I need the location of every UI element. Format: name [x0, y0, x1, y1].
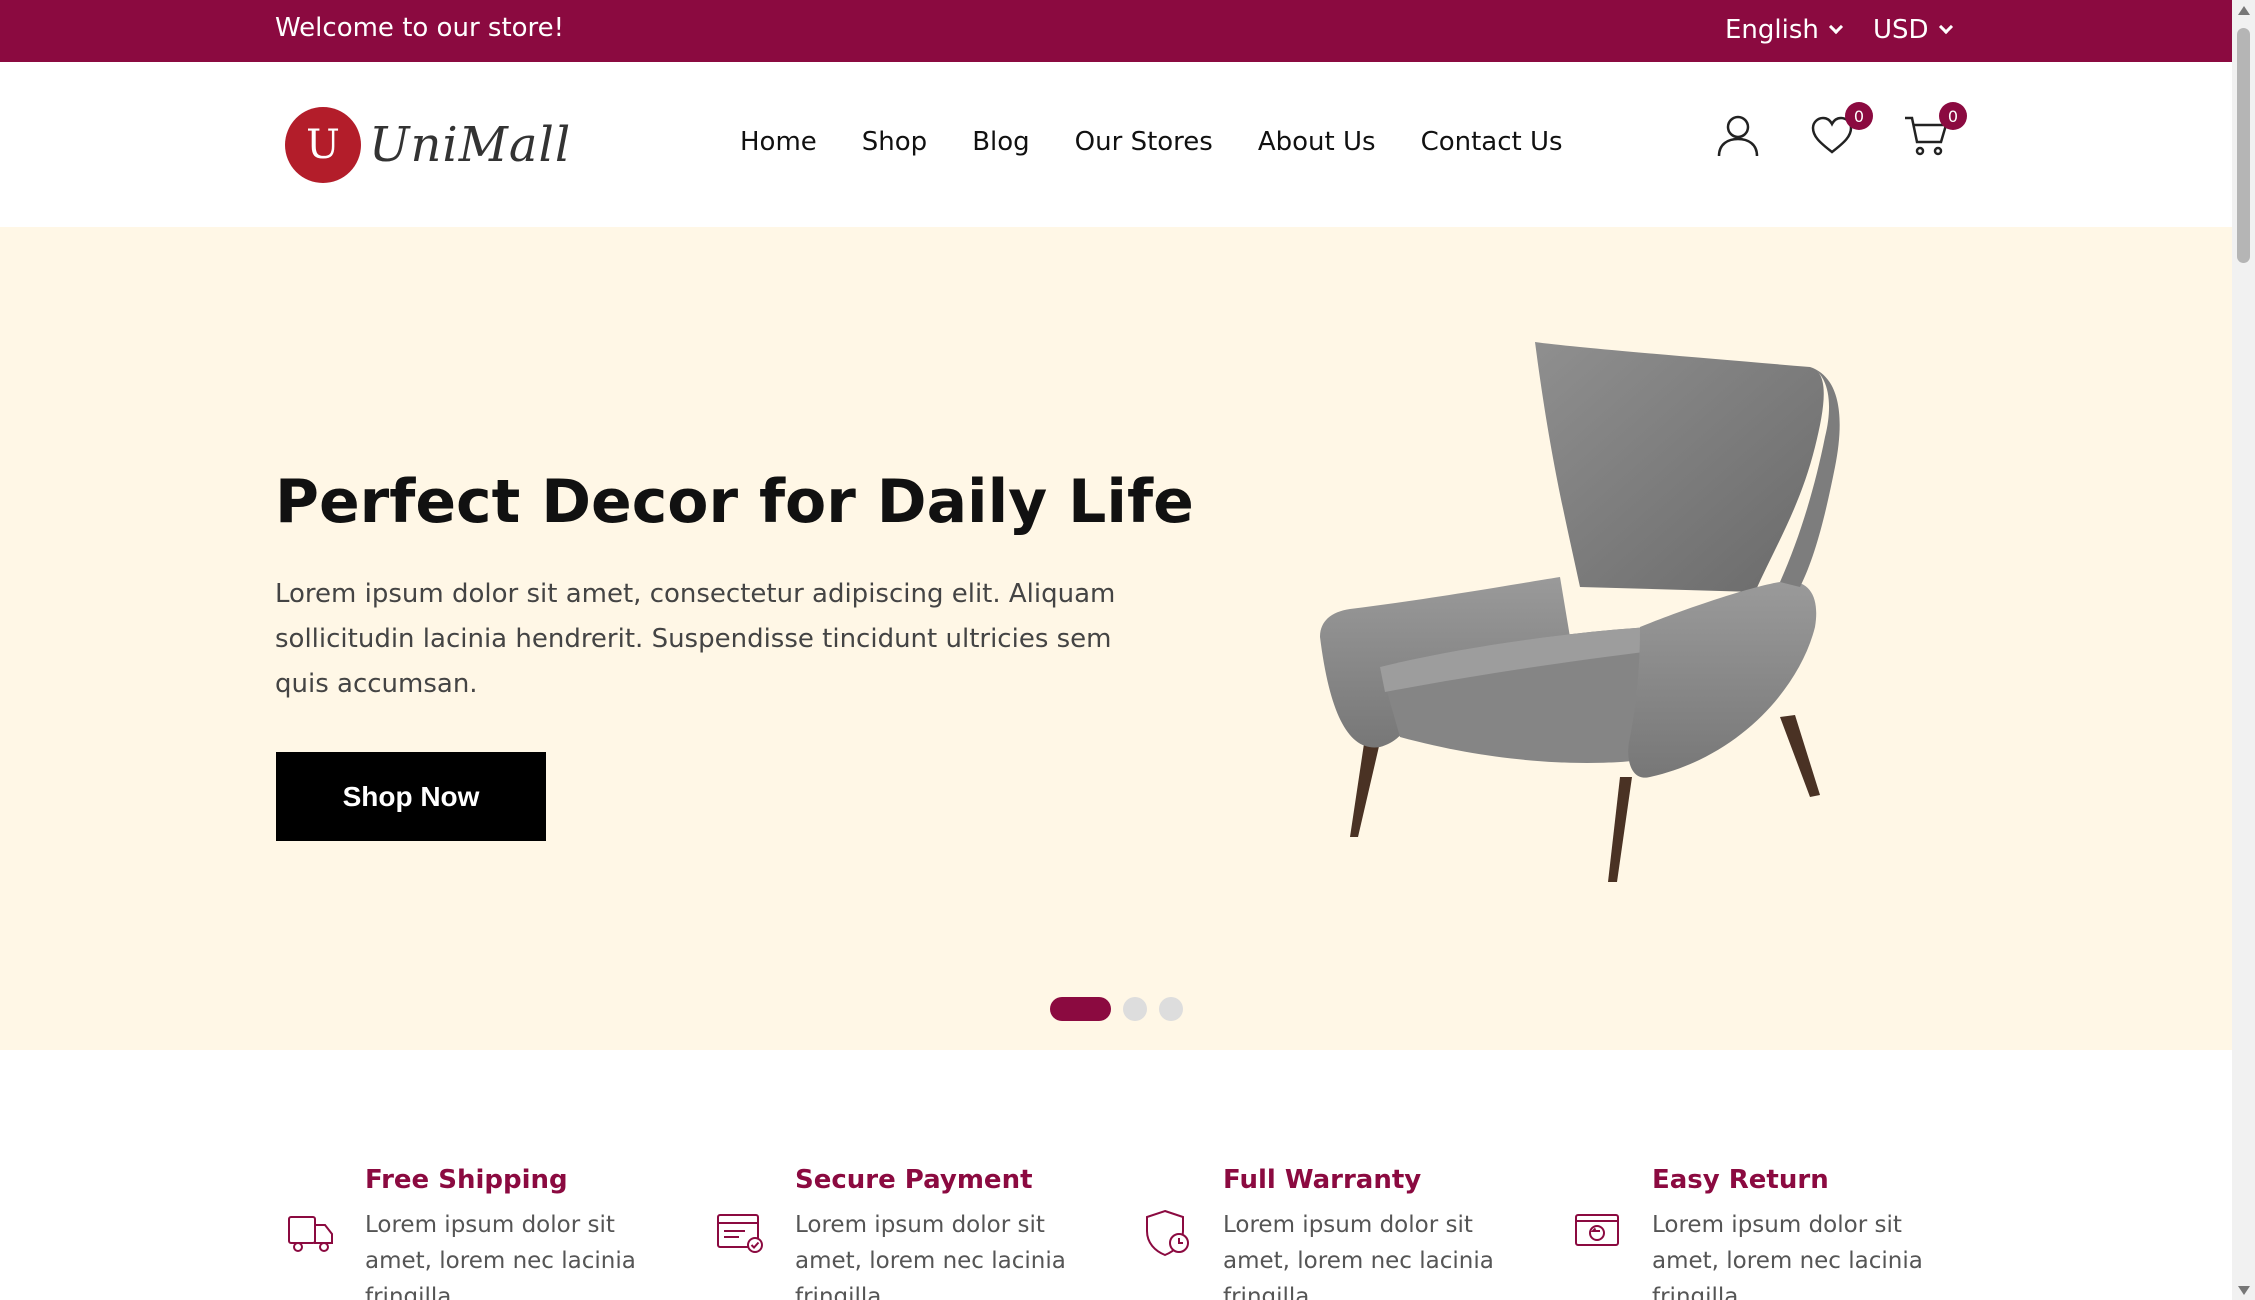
armchair-image [1320, 342, 1840, 882]
hero-title: Perfect Decor for Daily Life [275, 467, 1194, 537]
feature-title: Secure Payment [795, 1165, 1033, 1195]
nav-shop[interactable]: Shop [862, 127, 927, 157]
slider-dot-3[interactable] [1159, 997, 1183, 1021]
slider-dot-1[interactable] [1050, 997, 1111, 1021]
feature-full-warranty: Full Warranty Lorem ipsum dolor sit amet… [1143, 1165, 1543, 1300]
user-icon [1717, 115, 1759, 157]
cart-count-badge: 0 [1939, 102, 1967, 130]
welcome-message: Welcome to our store! [275, 13, 565, 43]
language-selector[interactable]: English [1725, 15, 1843, 45]
slider-dot-2[interactable] [1123, 997, 1147, 1021]
chevron-down-icon [1938, 19, 1953, 35]
language-label: English [1725, 15, 1819, 45]
scrollbar-thumb[interactable] [2237, 28, 2250, 263]
logo-text: UniMall [369, 117, 572, 173]
scroll-down-arrow-icon[interactable] [2238, 1286, 2250, 1295]
card-check-icon [717, 1214, 763, 1253]
main-nav: Home Shop Blog Our Stores About Us Conta… [740, 127, 1563, 157]
slider-pagination [1050, 997, 1183, 1021]
chevron-down-icon [1828, 19, 1843, 35]
feature-easy-return: Easy Return Lorem ipsum dolor sit amet, … [1572, 1165, 1972, 1300]
top-bar: Welcome to our store! English USD [0, 0, 2232, 62]
shield-clock-icon [1146, 1209, 1189, 1257]
logo[interactable]: U UniMall [285, 107, 571, 183]
nav-blog[interactable]: Blog [972, 127, 1029, 157]
nav-home[interactable]: Home [740, 127, 817, 157]
feature-title: Full Warranty [1223, 1165, 1422, 1195]
feature-free-shipping: Free Shipping Lorem ipsum dolor sit amet… [285, 1165, 685, 1300]
wishlist-count-badge: 0 [1845, 102, 1873, 130]
currency-label: USD [1873, 15, 1929, 45]
features-section: Free Shipping Lorem ipsum dolor sit amet… [0, 1050, 2232, 1300]
nav-contact-us[interactable]: Contact Us [1421, 127, 1563, 157]
feature-title: Free Shipping [365, 1165, 568, 1195]
site-header: U UniMall Home Shop Blog Our Stores Abou… [0, 62, 2232, 227]
feature-text: Lorem ipsum dolor sit amet, lorem nec la… [365, 1212, 636, 1300]
wishlist-button[interactable]: 0 [1809, 102, 1873, 158]
currency-selector[interactable]: USD [1873, 15, 1953, 45]
feature-title: Easy Return [1652, 1165, 1829, 1195]
shop-now-button[interactable]: Shop Now [276, 752, 546, 841]
account-button[interactable] [1715, 112, 1761, 158]
logo-letter: U [306, 122, 340, 168]
feature-secure-payment: Secure Payment Lorem ipsum dolor sit ame… [715, 1165, 1115, 1300]
logo-badge: U [285, 107, 361, 183]
feature-text: Lorem ipsum dolor sit amet, lorem nec la… [1652, 1212, 1923, 1300]
page-scrollbar[interactable] [2232, 0, 2255, 1300]
feature-text: Lorem ipsum dolor sit amet, lorem nec la… [1223, 1212, 1494, 1300]
nav-about-us[interactable]: About Us [1258, 127, 1376, 157]
return-box-icon [1575, 1214, 1619, 1246]
truck-icon [288, 1216, 333, 1252]
scroll-up-arrow-icon[interactable] [2238, 6, 2250, 15]
page: Welcome to our store! English USD U UniM… [0, 0, 2255, 1300]
cart-button[interactable]: 0 [1903, 102, 1967, 158]
hero-description: Lorem ipsum dolor sit amet, consectetur … [275, 579, 1116, 699]
feature-text: Lorem ipsum dolor sit amet, lorem nec la… [795, 1212, 1066, 1300]
header-actions: 0 0 [1715, 102, 1967, 158]
hero-slider: Perfect Decor for Daily Life Lorem ipsum… [0, 227, 2232, 1050]
nav-our-stores[interactable]: Our Stores [1075, 127, 1213, 157]
